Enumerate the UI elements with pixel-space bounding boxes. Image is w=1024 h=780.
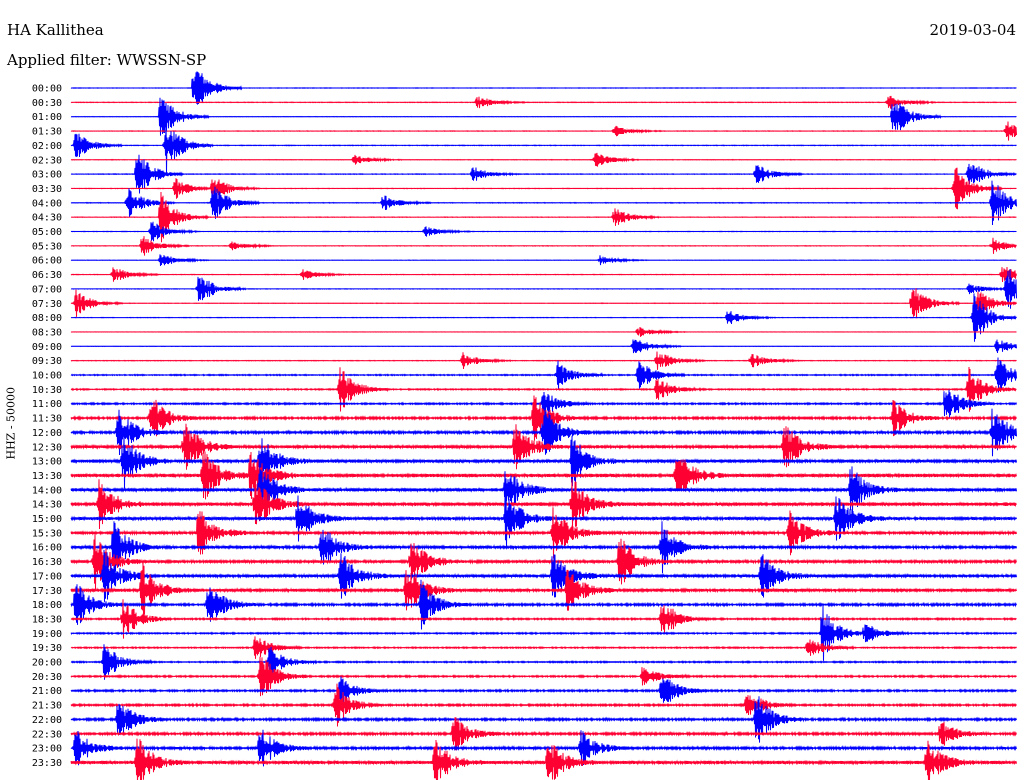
seismic-trace: [70, 293, 1017, 342]
seismic-trace: [70, 266, 1017, 283]
seismic-trace: [70, 636, 1017, 659]
time-tick-label: 19:00: [32, 629, 62, 640]
time-tick-label: 04:00: [32, 198, 62, 209]
time-tick-label: 08:00: [32, 313, 62, 324]
time-tick-label: 04:30: [32, 213, 62, 224]
time-tick-label: 21:00: [32, 686, 62, 697]
time-tick-label: 12:00: [32, 428, 62, 439]
time-tick-label: 18:30: [32, 614, 62, 625]
time-tick-label: 00:30: [32, 98, 62, 109]
seismic-trace: [70, 676, 1017, 705]
seismic-trace: [70, 117, 1017, 174]
time-tick-label: 09:30: [32, 356, 62, 367]
seismic-trace: [70, 95, 1017, 109]
seismic-trace: [70, 507, 1017, 559]
seismic-trace: [70, 549, 1017, 602]
time-tick-label: 21:30: [32, 701, 62, 712]
time-tick-label: 09:00: [32, 342, 62, 353]
time-tick-label: 17:30: [32, 586, 62, 597]
time-tick-label: 19:30: [32, 643, 62, 654]
seismic-trace: [70, 339, 1017, 354]
time-tick-label: 16:00: [32, 543, 62, 554]
time-tick-label: 23:00: [32, 744, 62, 755]
time-tick-label: 01:30: [32, 127, 62, 138]
seismic-trace: [70, 71, 1017, 105]
seismic-trace: [70, 521, 1017, 574]
seismic-trace: [70, 121, 1017, 141]
time-tick-label: 01:00: [32, 112, 62, 123]
seismic-trace: [70, 738, 1017, 780]
time-tick-label: 10:30: [32, 385, 62, 396]
time-tick-label: 12:30: [32, 442, 62, 453]
time-tick-label: 06:00: [32, 256, 62, 267]
time-tick-label: 07:00: [32, 284, 62, 295]
time-tick-label: 06:30: [32, 270, 62, 281]
seismic-trace: [70, 152, 1017, 167]
helicorder-plot: 00:00 00:30 01:00 01:30 02:00 02:30 03:00 03:30…: [32, 71, 1017, 780]
seismic-trace: [70, 478, 1017, 530]
time-tick-label: 22:00: [32, 715, 62, 726]
time-tick-label: 03:30: [32, 184, 62, 195]
time-tick-label: 05:00: [32, 227, 62, 238]
seismic-trace: [70, 533, 1017, 590]
time-tick-label: 13:00: [32, 457, 62, 468]
time-tick-label: 16:30: [32, 557, 62, 568]
time-tick-label: 00:00: [32, 84, 62, 95]
time-tick-label: 15:00: [32, 514, 62, 525]
seismic-trace: [70, 221, 1017, 242]
time-tick-label: 23:30: [32, 758, 62, 769]
time-tick-label: 08:30: [32, 327, 62, 338]
time-tick-label: 20:00: [32, 658, 62, 669]
time-tick-label: 03:00: [32, 170, 62, 181]
seismic-trace: [70, 717, 1017, 751]
time-tick-label: 14:30: [32, 500, 62, 511]
time-tick-label: 02:00: [32, 141, 62, 152]
seismic-trace: [70, 254, 1017, 267]
time-tick-label: 11:30: [32, 414, 62, 425]
seismic-trace: [70, 644, 1017, 680]
time-tick-label: 11:00: [32, 399, 62, 410]
seismic-trace: [70, 357, 1017, 393]
seismic-trace: [70, 97, 1017, 136]
time-tick-label: 05:30: [32, 241, 62, 252]
seismic-trace: [70, 579, 1017, 630]
time-tick-label: 22:30: [32, 729, 62, 740]
time-tick-label: 10:00: [32, 371, 62, 382]
time-tick-label: 17:00: [32, 571, 62, 582]
seismic-trace: [70, 351, 1017, 370]
time-tick-label: 18:00: [32, 600, 62, 611]
time-tick-label: 15:30: [32, 528, 62, 539]
time-tick-label: 02:30: [32, 155, 62, 166]
time-tick-label: 07:30: [32, 299, 62, 310]
time-tick-label: 20:30: [32, 672, 62, 683]
seismic-trace: [70, 236, 1017, 256]
time-tick-label: 14:00: [32, 485, 62, 496]
time-tick-label: 13:30: [32, 471, 62, 482]
seismic-trace: [70, 326, 1017, 337]
